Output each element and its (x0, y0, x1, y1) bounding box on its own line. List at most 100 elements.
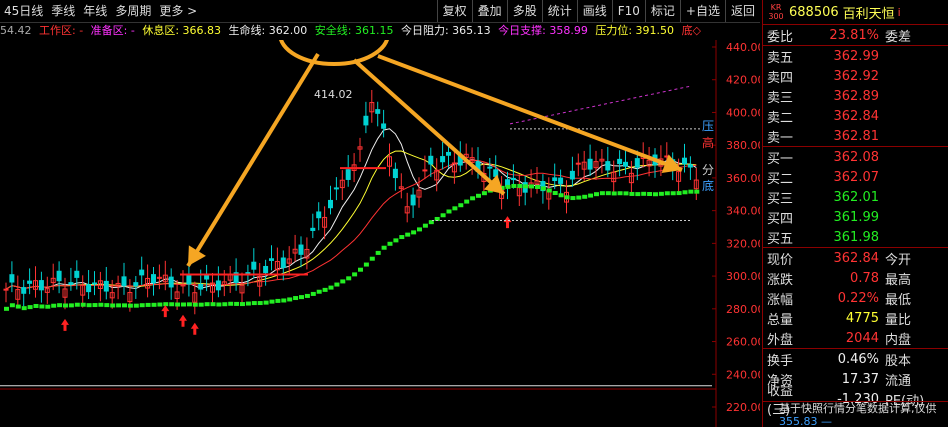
safe-dot (27, 305, 33, 310)
zone-label-ya: 压 (702, 119, 714, 133)
kline-chart[interactable]: 440.00 420.00 400.00 380.00 360.00 340.00 320.… (0, 40, 760, 427)
chart-grid (0, 40, 717, 427)
legend-safe-line: 安全线: 361.15 (314, 24, 394, 37)
row-value: 362.08 (833, 149, 880, 165)
back-button[interactable]: 返回 (724, 0, 760, 22)
safe-dot (688, 189, 694, 194)
legend-resist-today: 今日阻力: 365.13 (400, 24, 491, 37)
add-watchlist-button[interactable]: +自选 (679, 0, 725, 22)
safe-dot (564, 195, 570, 200)
row-value: 0.46% (837, 351, 879, 367)
safe-dot (228, 301, 234, 306)
safe-dot (517, 183, 523, 188)
safe-dot (198, 302, 204, 307)
y-tick-label: 360.00 (726, 172, 760, 185)
safe-dot (393, 238, 399, 243)
row-value: 0.78 (850, 270, 879, 286)
multi-stock-button[interactable]: 多股 (506, 0, 542, 22)
annotation-arrow (352, 58, 506, 196)
row-value: 2044 (845, 330, 879, 346)
quote-row: 涨跌 0.78 最高 (763, 268, 948, 288)
safe-dot (582, 194, 588, 199)
safe-dot (529, 184, 535, 189)
stock-code: 688506 (789, 4, 839, 20)
row-label: 总量 (767, 312, 794, 328)
mark-button[interactable]: 标记 (644, 0, 680, 22)
candle-body (27, 280, 33, 284)
candle-body (9, 274, 15, 283)
y-tick-label: 440.00 (726, 41, 760, 54)
safe-dot (316, 289, 322, 294)
candle-body (617, 158, 623, 165)
y-tick-label: 300.00 (726, 270, 760, 283)
quote-row: 外盘 2044 内盘 (763, 328, 948, 348)
candle-body (634, 158, 640, 168)
safe-dot (192, 302, 198, 307)
zone-label-fen: 分 (702, 163, 714, 177)
safe-dot (576, 195, 582, 200)
draw-line-button[interactable]: 画线 (576, 0, 612, 22)
buy-arrow (161, 305, 170, 318)
safe-dot (86, 303, 92, 308)
overlay-button[interactable]: 叠加 (471, 0, 507, 22)
safe-dot (151, 302, 157, 307)
row-value: 362.01 (833, 189, 880, 205)
f10-button[interactable]: F10 (611, 0, 645, 22)
row-label: 买一 (767, 151, 794, 167)
candle-body (298, 244, 304, 255)
safe-dot (293, 296, 299, 301)
candle-body (186, 275, 192, 285)
peak-price-label: 414.02 (314, 88, 353, 101)
stock-name: 百利天恒 (842, 6, 895, 22)
order-ratio-row: 委比 23.81% 委差 (763, 25, 948, 46)
candle-body (21, 287, 27, 294)
safe-dot (422, 223, 428, 228)
safe-dot (363, 262, 369, 267)
candle-body (333, 187, 339, 190)
stats-button[interactable]: 统计 (541, 0, 577, 22)
ma-line (5, 128, 697, 290)
adjust-button[interactable]: 复权 (436, 0, 472, 22)
ask-book: 卖五 362.99 卖四 362.92 卖三 362.89 卖二 362.84 卖一 362.81 (763, 46, 948, 147)
ask-row: 卖三 362.89 (763, 86, 948, 106)
safe-dot (145, 302, 151, 307)
safe-dot (251, 301, 257, 306)
row-label-2: 最低 (885, 292, 912, 308)
y-tick-label: 320.00 (726, 237, 760, 250)
safe-dot (481, 191, 487, 196)
row-label-2: 今开 (885, 252, 912, 268)
tab-more[interactable]: 更多 > (155, 0, 201, 22)
row-label: 卖三 (767, 90, 794, 106)
tab-45day[interactable]: 45日线 (0, 0, 47, 22)
fundamental-stats: 换手 0.46% 股本 净资 17.37 流通 收益(三) -1.230 PE(动) (763, 349, 948, 419)
legend-work-zone: 工作区: - (39, 24, 84, 37)
stock-header: KR 300 688506 百利天恒 i (763, 0, 948, 25)
safe-dot (15, 304, 21, 309)
y-tick-label: 220.00 (726, 401, 760, 414)
safe-dot (240, 302, 245, 307)
tab-year[interactable]: 年线 (79, 0, 111, 22)
safe-dot (664, 191, 670, 196)
candle-body (198, 283, 204, 290)
safe-dot (68, 303, 74, 308)
candle-body (68, 282, 74, 285)
price-axis: 440.00 420.00 400.00 380.00 360.00 340.00 320.… (726, 41, 760, 414)
legend-prep-zone: 准备区: - (90, 24, 135, 37)
candle-body (310, 227, 316, 231)
safe-dot (33, 303, 39, 308)
tab-quarter[interactable]: 季线 (47, 0, 79, 22)
safe-dot (552, 191, 558, 196)
bid-row: 买一 362.08 (763, 147, 948, 167)
legend-rest-zone: 休息区: 366.83 (142, 24, 222, 37)
safe-dot (452, 206, 458, 211)
info-icon[interactable]: i (898, 6, 901, 19)
tab-multi-period[interactable]: 多周期 (111, 0, 155, 22)
candle-body (623, 161, 628, 167)
safe-dot (588, 193, 594, 198)
y-tick-label: 380.00 (726, 139, 760, 152)
safe-dot (80, 302, 86, 307)
row-label: 买五 (767, 231, 794, 247)
row-label: 卖二 (767, 110, 794, 126)
safe-dot (599, 191, 605, 196)
candle-body (328, 199, 333, 209)
